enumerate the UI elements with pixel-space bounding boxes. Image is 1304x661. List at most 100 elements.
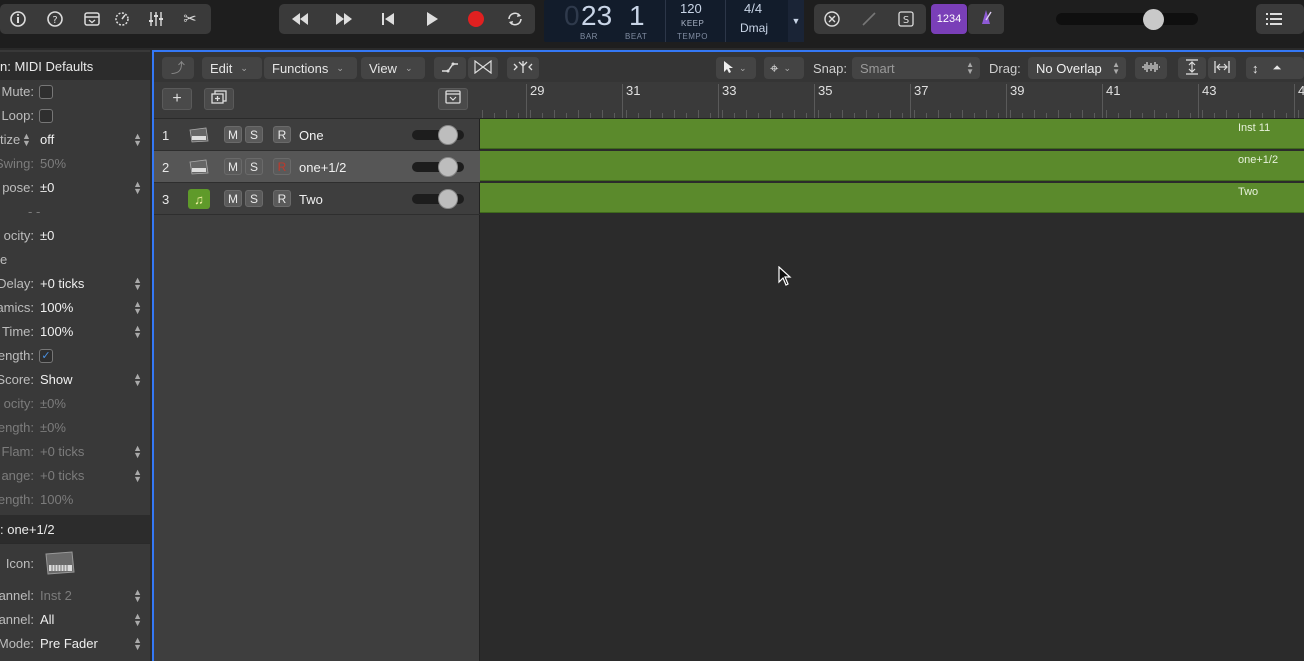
checkbox-checked[interactable]: ✓: [39, 349, 53, 363]
updown-icon[interactable]: ▲ ▼: [133, 300, 142, 316]
param-value[interactable]: +0 ticks: [40, 276, 84, 291]
inspector-param-row[interactable]: ocity: ±0: [0, 224, 150, 248]
volume-fader-knob[interactable]: [438, 189, 458, 209]
updown-icon[interactable]: ▲ ▼: [133, 324, 142, 340]
track-name[interactable]: one+1/2: [299, 160, 346, 175]
param-value[interactable]: 50%: [40, 156, 66, 171]
inspector-param-row[interactable]: amics: 100% ▲ ▼: [0, 296, 150, 320]
updown-icon[interactable]: ▲ ▼: [133, 132, 142, 148]
arrange-area[interactable]: Inst 11 one+1/2 Two: [480, 119, 1304, 661]
checkbox[interactable]: [39, 109, 53, 123]
inspector-param-row[interactable]: Time: 100% ▲ ▼: [0, 320, 150, 344]
midi-region[interactable]: Two: [480, 183, 1304, 213]
count-in-button[interactable]: 1234: [931, 4, 967, 34]
waveform-zoom-button[interactable]: [1135, 57, 1167, 79]
record-icon[interactable]: [455, 4, 497, 34]
param-value[interactable]: off: [40, 132, 54, 147]
param-value[interactable]: ±0%: [40, 420, 66, 435]
param-value[interactable]: ±0: [40, 180, 54, 195]
track-param-row[interactable]: Icon:: [0, 550, 150, 580]
param-value[interactable]: Pre Fader: [40, 636, 98, 651]
inspector-param-row[interactable]: pose: ±0 ▲ ▼: [0, 176, 150, 200]
updown-icon[interactable]: ▲ ▼: [133, 180, 142, 196]
param-value[interactable]: - -: [28, 204, 40, 219]
cycle-icon[interactable]: [495, 4, 535, 34]
help-icon[interactable]: ?: [37, 4, 73, 34]
snap-select[interactable]: Smart ▲ ▼: [852, 57, 980, 79]
updown-icon[interactable]: ▲ ▼: [133, 636, 142, 652]
inspector-param-row[interactable]: Flam: +0 ticks ▲ ▼: [0, 440, 150, 464]
solo-button[interactable]: S: [245, 126, 263, 143]
drag-select[interactable]: No Overlap ▲ ▼: [1028, 57, 1126, 79]
inspector-param-row[interactable]: Swing: 50%: [0, 152, 150, 176]
updown-icon[interactable]: ▲ ▼: [133, 372, 142, 388]
view-menu[interactable]: View ⌄: [361, 57, 425, 79]
midi-region[interactable]: Inst 11: [480, 119, 1304, 149]
volume-fader-knob[interactable]: [438, 157, 458, 177]
record-enable-button[interactable]: R: [273, 126, 291, 143]
tuner-icon[interactable]: [105, 4, 139, 34]
record-enable-button[interactable]: R: [273, 190, 291, 207]
metronome-button[interactable]: [968, 4, 1004, 34]
autopunch-icon[interactable]: [851, 4, 887, 34]
solo-button[interactable]: S: [245, 190, 263, 207]
inspector-param-row[interactable]: - -: [0, 200, 150, 224]
master-volume-slider[interactable]: [1056, 13, 1198, 25]
rewind-icon[interactable]: [279, 4, 321, 34]
solo-button[interactable]: S: [245, 158, 263, 175]
track-name[interactable]: One: [299, 128, 324, 143]
param-value[interactable]: 100%: [40, 492, 73, 507]
updown-icon[interactable]: ▲ ▼: [133, 468, 142, 484]
track-header-3[interactable]: 3 ♫ M S R Two: [154, 183, 480, 215]
left-click-tool[interactable]: ⌄: [716, 57, 756, 79]
updown-icon[interactable]: ▲ ▼: [133, 276, 142, 292]
inspector-param-row[interactable]: tize off ▲ ▼ ▲ ▼: [0, 128, 150, 152]
updown-icon[interactable]: ▲ ▼: [133, 612, 142, 628]
checkbox[interactable]: [39, 85, 53, 99]
fast-forward-icon[interactable]: [323, 4, 365, 34]
mute-button[interactable]: M: [224, 126, 242, 143]
catch-button[interactable]: [507, 57, 539, 79]
new-track-button[interactable]: +: [162, 88, 192, 110]
param-value[interactable]: +0 ticks: [40, 444, 84, 459]
param-value[interactable]: ±0: [40, 228, 54, 243]
inspector-param-row[interactable]: Delay: +0 ticks ▲ ▼: [0, 272, 150, 296]
auto-zoom-button[interactable]: ↕ ⏶: [1246, 57, 1304, 79]
command-click-tool[interactable]: ⌖ ⌄: [764, 57, 804, 79]
go-to-start-icon[interactable]: [367, 4, 409, 34]
bar-ruler[interactable]: 29 31 33 35 37 39 41 43 4: [480, 82, 1304, 119]
mute-button[interactable]: M: [224, 158, 242, 175]
horizontal-zoom-button[interactable]: [1208, 57, 1236, 79]
mute-button[interactable]: M: [224, 190, 242, 207]
volume-fader-knob[interactable]: [438, 125, 458, 145]
duplicate-track-button[interactable]: [204, 88, 234, 110]
inspector-param-row[interactable]: ength: 100%: [0, 488, 150, 512]
scissors-icon[interactable]: ✂: [173, 4, 207, 34]
param-value[interactable]: 100%: [40, 300, 73, 315]
global-tracks-button[interactable]: [438, 88, 468, 110]
param-value[interactable]: ±0%: [40, 396, 66, 411]
param-value[interactable]: +0 ticks: [40, 468, 84, 483]
updown-icon[interactable]: ▲ ▼: [22, 132, 31, 148]
inspector-param-row[interactable]: Loop:: [0, 104, 150, 128]
automation-button[interactable]: [434, 57, 466, 79]
replace-icon[interactable]: [814, 4, 850, 34]
inspector-param-row[interactable]: ength: ±0%: [0, 416, 150, 440]
play-icon[interactable]: [411, 4, 453, 34]
vertical-zoom-button[interactable]: [1178, 57, 1206, 79]
flex-button[interactable]: [468, 57, 498, 79]
inspector-param-row[interactable]: e: [0, 248, 150, 272]
inspector-param-row[interactable]: ocity: ±0%: [0, 392, 150, 416]
edit-menu[interactable]: Edit ⌄: [202, 57, 262, 79]
list-editor-icon[interactable]: [1256, 4, 1292, 34]
record-enable-button[interactable]: R: [273, 158, 291, 175]
track-header-1[interactable]: 1 M S R One: [154, 119, 480, 151]
param-value[interactable]: All: [40, 612, 54, 627]
lcd-display[interactable]: 0 23 1 BAR BEAT 120 KEEP TEMPO 4/4 Dmaj …: [544, 0, 804, 42]
lcd-menu-button[interactable]: ▼: [788, 0, 804, 42]
inspector-param-row[interactable]: ength: ✓: [0, 344, 150, 368]
track-param-row[interactable]: Mode: Pre Fader ▲ ▼: [0, 632, 150, 656]
param-value[interactable]: 100%: [40, 324, 73, 339]
functions-menu[interactable]: Functions ⌄: [264, 57, 357, 79]
track-name[interactable]: Two: [299, 192, 323, 207]
